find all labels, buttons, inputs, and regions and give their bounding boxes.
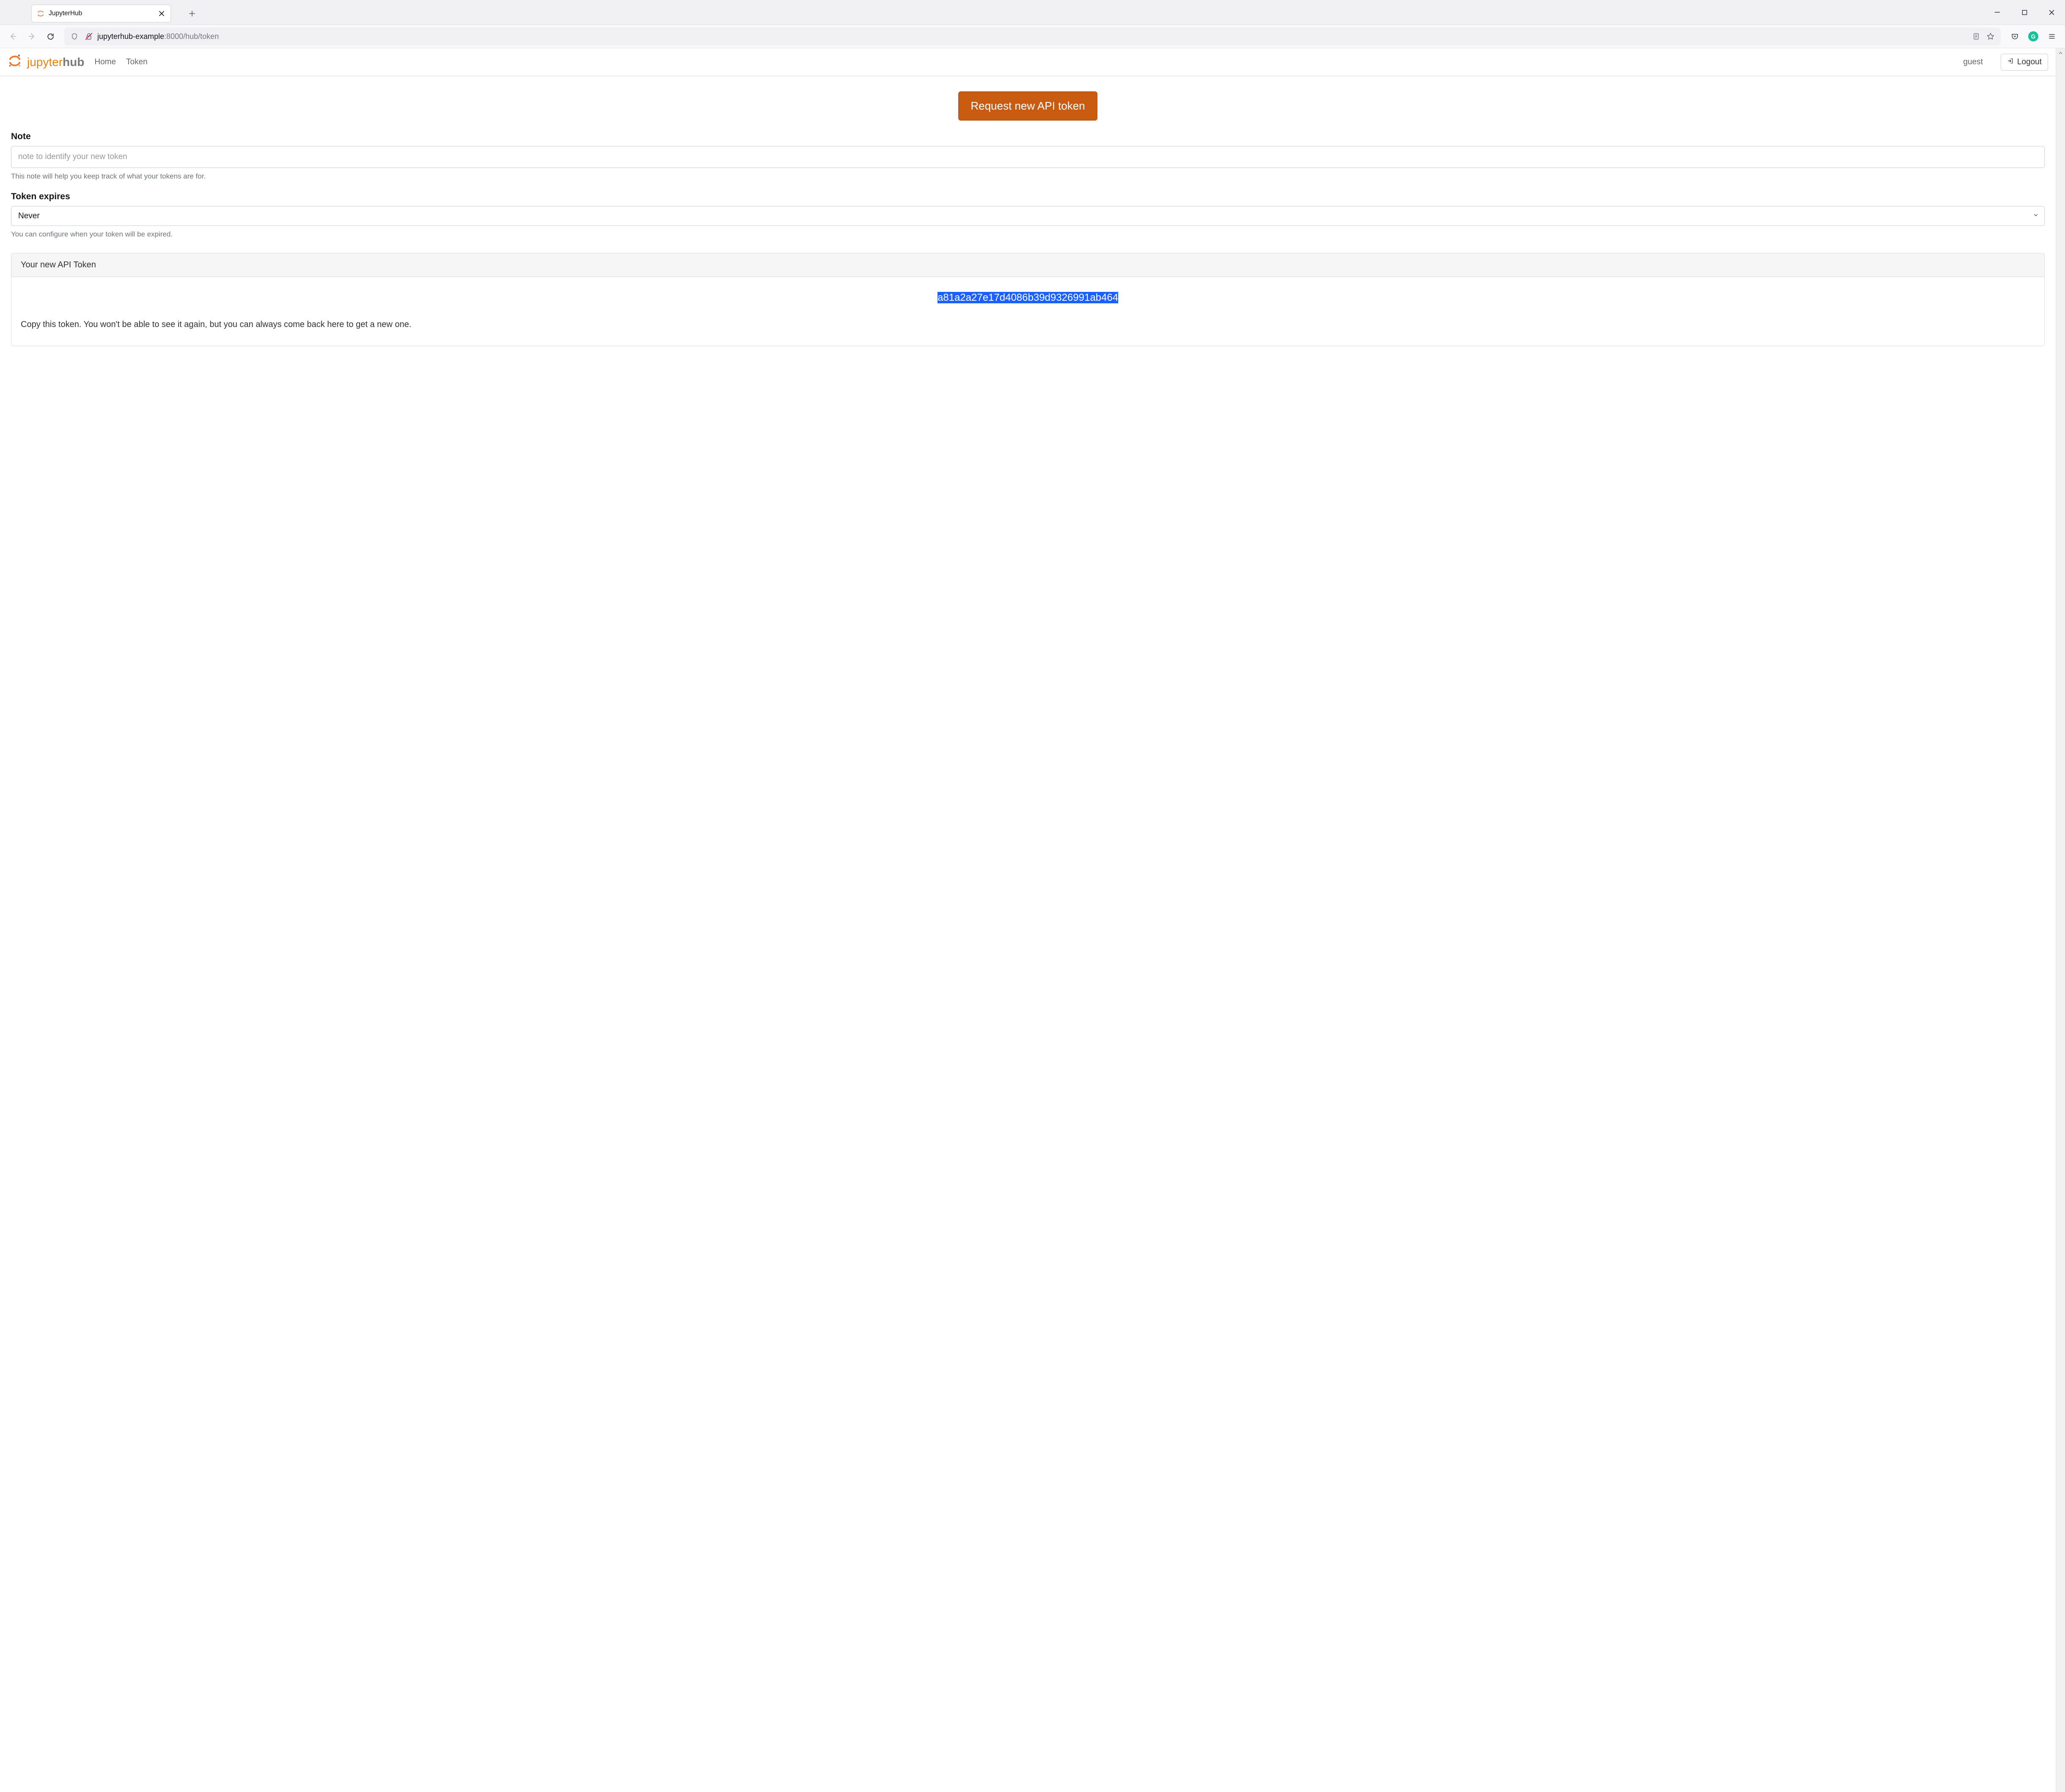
url-host: jupyterhub-example <box>97 32 164 41</box>
request-token-button[interactable]: Request new API token <box>958 91 1097 121</box>
window-close-button[interactable] <box>2038 0 2065 25</box>
browser-tab[interactable]: JupyterHub <box>31 5 171 22</box>
new-tab-button[interactable] <box>184 5 201 22</box>
page-viewport: jupyterhub Home Token guest Logout Reque… <box>0 48 2065 1792</box>
note-input[interactable] <box>11 146 2045 168</box>
grammarly-extension-icon[interactable]: G <box>2024 27 2042 45</box>
jupyterhub-navbar: jupyterhub Home Token guest Logout <box>0 48 2056 76</box>
jupyterhub-wordmark: jupyterhub <box>27 55 84 69</box>
new-token-panel-title: Your new API Token <box>11 253 2044 277</box>
pocket-icon[interactable] <box>2006 27 2024 45</box>
logout-button[interactable]: Logout <box>2001 54 2048 71</box>
back-button[interactable] <box>4 27 22 45</box>
jupyterhub-logo[interactable]: jupyterhub <box>8 54 84 70</box>
logout-icon <box>2007 58 2014 67</box>
scroll-up-button[interactable] <box>2056 48 2065 58</box>
reload-button[interactable] <box>41 27 59 45</box>
app-menu-button[interactable] <box>2043 27 2061 45</box>
jupyter-logo-icon <box>8 54 22 70</box>
new-token-panel: Your new API Token a81a2a27e17d4086b39d9… <box>11 253 2045 346</box>
expires-select[interactable]: Never <box>11 206 2045 226</box>
scroll-track[interactable] <box>2056 58 2065 1792</box>
url-path: :8000/hub/token <box>164 32 219 41</box>
browser-tab-title: JupyterHub <box>49 10 158 17</box>
expires-field-label: Token expires <box>11 192 2045 202</box>
forward-button[interactable] <box>23 27 41 45</box>
window-controls <box>1984 0 2065 25</box>
browser-toolbar: jupyterhub-example:8000/hub/token G <box>0 25 2065 48</box>
note-field-label: Note <box>11 132 2045 142</box>
address-bar[interactable]: jupyterhub-example:8000/hub/token <box>64 27 2001 45</box>
token-value[interactable]: a81a2a27e17d4086b39d9326991ab464 <box>938 292 1118 303</box>
expires-help-text: You can configure when your token will b… <box>11 230 2045 239</box>
browser-tabstrip: JupyterHub <box>0 0 2065 25</box>
shield-icon[interactable] <box>69 30 80 42</box>
username-label: guest <box>1963 58 1983 67</box>
close-tab-button[interactable] <box>158 10 165 17</box>
jupyter-favicon <box>37 10 44 17</box>
vertical-scrollbar[interactable] <box>2056 48 2065 1792</box>
url-text[interactable]: jupyterhub-example:8000/hub/token <box>97 32 1968 41</box>
token-page-body: Request new API token Note This note wil… <box>0 76 2056 359</box>
bookmark-star-icon[interactable] <box>1985 30 1996 42</box>
logout-label: Logout <box>2017 58 2042 67</box>
insecure-lock-icon[interactable] <box>83 30 95 42</box>
token-instructions: Copy this token. You won't be able to se… <box>21 318 2035 331</box>
note-help-text: This note will help you keep track of wh… <box>11 172 2045 181</box>
minimize-button[interactable] <box>1984 0 2011 25</box>
nav-link-token[interactable]: Token <box>126 58 148 67</box>
nav-link-home[interactable]: Home <box>94 58 116 67</box>
page-content: jupyterhub Home Token guest Logout Reque… <box>0 48 2056 1792</box>
maximize-button[interactable] <box>2011 0 2038 25</box>
reader-mode-icon[interactable] <box>1970 30 1982 42</box>
